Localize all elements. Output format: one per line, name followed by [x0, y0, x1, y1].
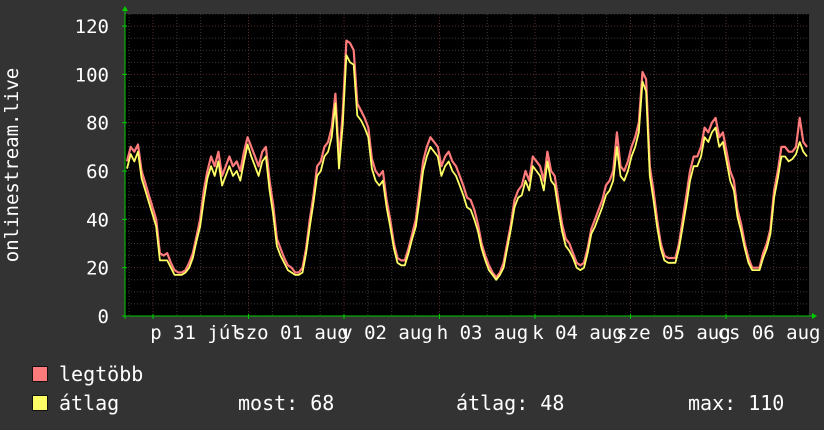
legend-swatch-max — [32, 366, 48, 382]
y-tick-labels: 0 20 40 60 80 100 120 — [75, 16, 109, 328]
x-tick-labels: p 31 júlszo 01 augv 02 aug h 03 aug k 04 a… — [150, 322, 820, 344]
x-tick-label: cs 06 aug — [718, 322, 821, 344]
y-tick-label: 100 — [75, 64, 109, 86]
y-tick-label: 0 — [98, 306, 109, 328]
y-tick-label: 60 — [86, 161, 109, 183]
x-tick-label: k 04 aug — [532, 322, 624, 344]
y-axis-arrow — [122, 6, 128, 11]
stat-current: most: 68 — [238, 391, 335, 415]
x-tick-label: sze 05 aug — [616, 322, 730, 344]
x-tick-label: szo 01 aug — [234, 322, 348, 344]
y-tick-label: 80 — [86, 113, 109, 135]
legend-item-avg: átlag most: 68 átlag: 48 max: 110 — [32, 392, 812, 414]
y-axis-label: onlinestream.live — [1, 68, 23, 262]
y-tick-label: 120 — [75, 16, 109, 38]
legend-label-avg: átlag — [59, 391, 120, 415]
stat-average: átlag: 48 — [456, 391, 565, 415]
stat-max: max: 110 — [688, 391, 785, 415]
x-axis-arrow — [812, 313, 817, 319]
legend-label-max: legtöbb — [59, 362, 144, 386]
legend-swatch-avg — [32, 395, 48, 411]
y-tick-label: 40 — [86, 209, 109, 231]
plot-area — [125, 14, 809, 316]
line-chart: 0 20 40 60 80 100 120 p 31 júlszo 01 augv 02 a… — [1, 6, 820, 344]
y-tick-label: 20 — [86, 258, 109, 280]
x-tick-label: v 02 aug — [341, 322, 433, 344]
x-tick-label: h 03 aug — [437, 322, 529, 344]
x-tick-label: p 31 júl — [150, 322, 242, 344]
